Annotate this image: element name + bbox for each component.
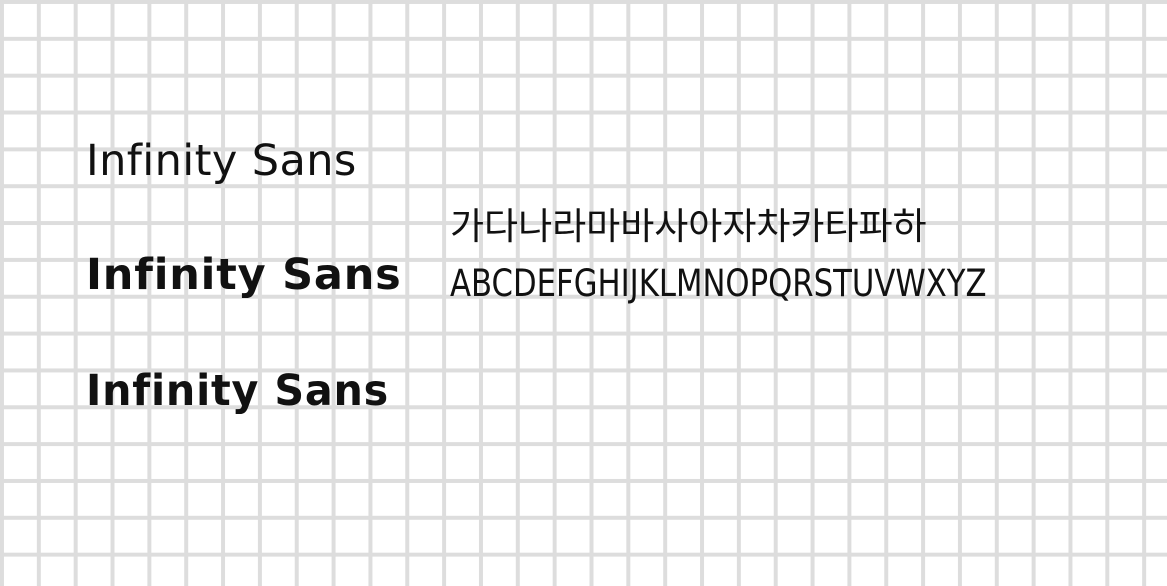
font-sample-regular: Infinity Sans [86,136,357,186]
latin-character-set: ABCDEFGHIJKLMNOPQRSTUVWXYZ [450,262,987,305]
font-sample-bold: Infinity Sans [86,250,402,300]
hangul-character-set: 가다나라마바사아자차카타파하 [450,205,927,248]
font-sample-black: Infinity Sans [86,366,389,416]
